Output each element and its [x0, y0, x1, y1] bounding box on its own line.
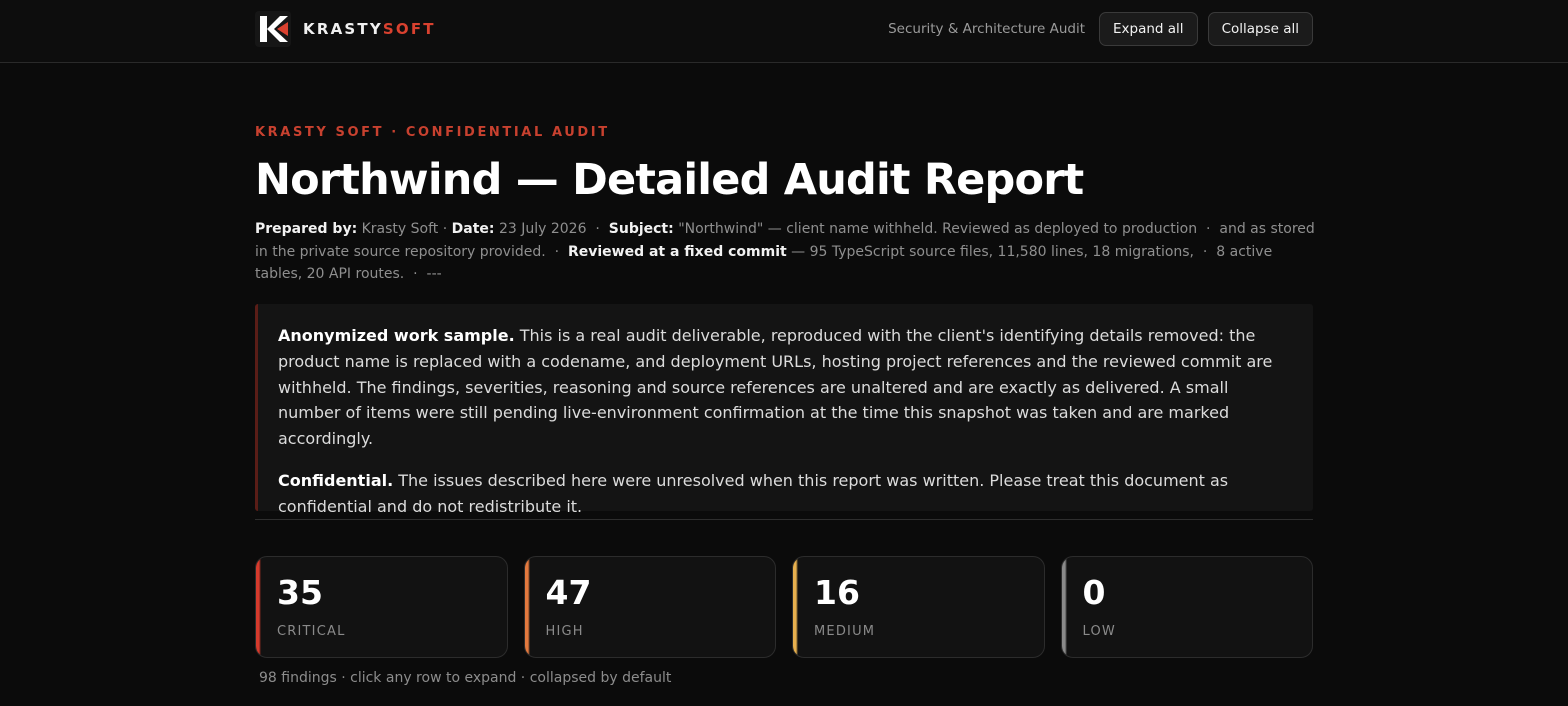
collapse-all-button[interactable]: Collapse all [1207, 12, 1313, 46]
stat-card-medium[interactable]: 16 MEDIUM [792, 556, 1045, 658]
k-logo-icon [255, 11, 291, 47]
stat-label-high: HIGH [545, 624, 584, 639]
anonymized-notice: Anonymized work sample. This is a real a… [255, 304, 1313, 516]
stat-value-critical: 35 [277, 573, 323, 612]
severity-bar-critical [256, 557, 261, 657]
commit-label: Reviewed at a fixed commit [567, 243, 787, 260]
brand-name-accent: SOFT [382, 20, 436, 38]
prepared-by-value: Krasty Soft [361, 221, 439, 237]
notice-body-confidential: The issues described here were unresolve… [278, 470, 1229, 516]
stat-value-high: 47 [545, 573, 592, 612]
meta-trailing: --- [426, 266, 442, 282]
date-label: Date: [451, 221, 495, 237]
subject-label: Subject: [608, 221, 674, 237]
section-label: Security & Architecture Audit [888, 21, 1085, 37]
notice-paragraph-anonymized: Anonymized work sample. This is a real a… [278, 323, 1293, 452]
stat-label-medium: MEDIUM [814, 624, 876, 639]
brand-name: KRASTYSOFT [303, 20, 436, 38]
section-divider [255, 519, 1313, 520]
subject-value: "Northwind" — client name withheld. Revi… [678, 221, 1198, 237]
severity-bar-high [524, 557, 530, 657]
severity-bar-low [1061, 557, 1067, 657]
expand-all-button[interactable]: Expand all [1099, 12, 1198, 46]
stat-value-low: 0 [1082, 573, 1106, 612]
header-actions: Security & Architecture Audit Expand all… [888, 12, 1313, 46]
stat-label-critical: CRITICAL [277, 624, 346, 639]
stat-value-medium: 16 [814, 573, 860, 612]
prepared-by-label: Prepared by: [255, 221, 358, 237]
severity-stats: 35 CRITICAL 47 HIGH 16 MEDIUM 0 LOW [255, 556, 1313, 658]
notice-lead-anonymized: Anonymized work sample. [278, 326, 515, 345]
eyebrow-label: KRASTY SOFT · CONFIDENTIAL AUDIT [255, 125, 610, 140]
stat-card-high[interactable]: 47 HIGH [523, 556, 776, 658]
top-bar: KRASTYSOFT Security & Architecture Audit… [0, 0, 1568, 63]
brand-name-primary: KRASTY [303, 20, 383, 38]
findings-summary: 98 findings · click any row to expand · … [259, 670, 672, 686]
brand-logo[interactable]: KRASTYSOFT [255, 11, 436, 47]
report-meta: Prepared by: Krasty Soft · Date: 23 July… [255, 221, 1315, 282]
stat-card-critical[interactable]: 35 CRITICAL [255, 556, 508, 658]
commit-value: — 95 TypeScript source files, 11,580 lin… [791, 243, 1195, 260]
notice-paragraph-confidential: Confidential. The issues described here … [278, 468, 1293, 520]
page-title: Northwind — Detailed Audit Report [255, 155, 1084, 205]
severity-bar-medium [793, 557, 798, 657]
stat-card-low[interactable]: 0 LOW [1060, 556, 1313, 658]
stat-label-low: LOW [1082, 624, 1116, 639]
date-value: 23 July 2026 [498, 221, 587, 237]
notice-lead-confidential: Confidential. [278, 470, 394, 490]
